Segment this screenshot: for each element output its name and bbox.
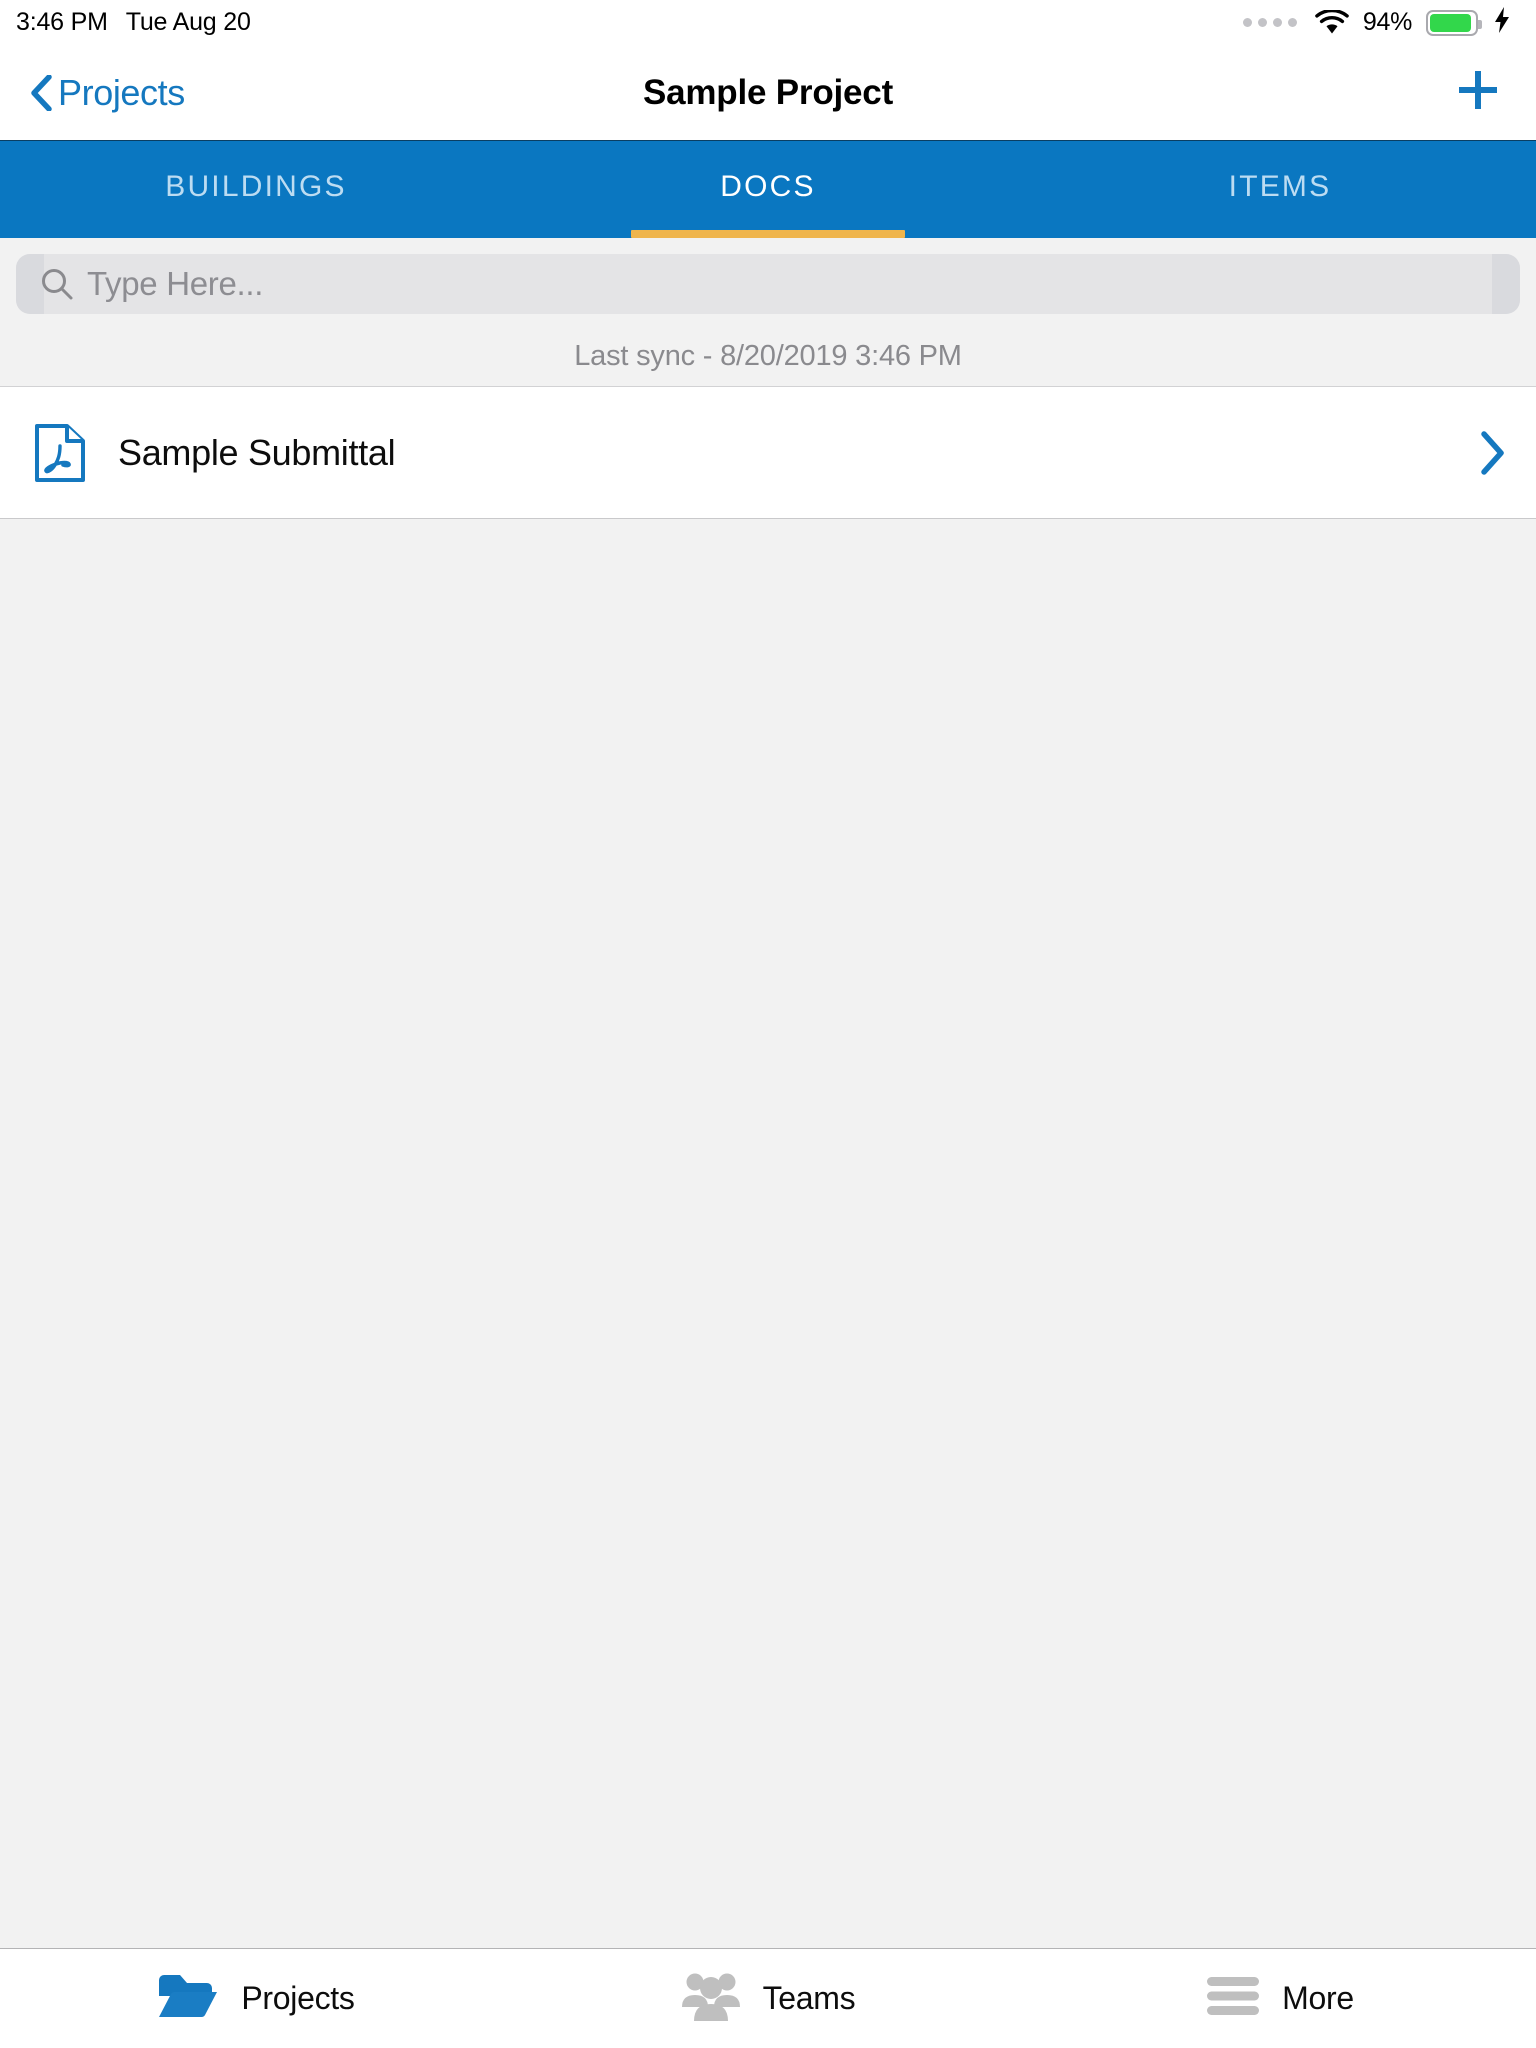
tab-buildings-label: BUILDINGS (165, 169, 347, 203)
status-bar-left: 3:46 PM Tue Aug 20 (16, 8, 251, 37)
status-bar: 3:46 PM Tue Aug 20 94% (0, 0, 1536, 45)
empty-space (0, 519, 1536, 1948)
search-input[interactable] (74, 254, 1520, 314)
content-area: Sample Submittal (0, 386, 1536, 1948)
app-screen: 3:46 PM Tue Aug 20 94% Projects Sample P… (0, 0, 1536, 2048)
search-area (0, 238, 1536, 326)
signal-dots-icon (1242, 18, 1297, 27)
back-button-label: Projects (58, 71, 185, 113)
people-group-icon (681, 1969, 741, 2028)
list-item[interactable]: Sample Submittal (0, 387, 1536, 518)
bottom-tab-bar: Projects Teams More (0, 1948, 1536, 2048)
bottom-tab-projects-label: Projects (241, 1980, 355, 2016)
search-icon (40, 267, 74, 301)
back-button[interactable]: Projects (30, 72, 185, 114)
navigation-bar: Projects Sample Project (0, 45, 1536, 141)
page-title: Sample Project (642, 72, 894, 112)
document-title: Sample Submittal (118, 431, 396, 473)
tab-buildings[interactable]: BUILDINGS (0, 141, 512, 238)
sync-status-row: Last sync - 8/20/2019 3:46 PM (0, 326, 1536, 386)
segment-tab-bar: BUILDINGS DOCS ITEMS (0, 141, 1536, 238)
bottom-tab-more-label: More (1282, 1980, 1354, 2016)
hamburger-menu-icon (1206, 1974, 1260, 2023)
bottom-tab-more[interactable]: More (1024, 1949, 1536, 2048)
status-bar-right: 94% (1242, 7, 1510, 38)
folder-open-icon (157, 1970, 219, 2027)
search-bar[interactable] (16, 254, 1520, 314)
plus-icon (1453, 65, 1503, 120)
wifi-icon (1315, 8, 1349, 36)
tab-items[interactable]: ITEMS (1024, 141, 1536, 238)
battery-icon (1426, 9, 1482, 36)
status-date: Tue Aug 20 (125, 8, 251, 36)
battery-percent: 94% (1362, 8, 1412, 36)
lightning-bolt-icon (1494, 7, 1510, 38)
chevron-left-icon (30, 73, 52, 112)
tab-docs[interactable]: DOCS (512, 141, 1024, 238)
tab-items-label: ITEMS (1228, 169, 1332, 203)
chevron-right-icon[interactable] (1480, 430, 1506, 475)
add-button[interactable] (1450, 65, 1506, 121)
bottom-tab-projects[interactable]: Projects (0, 1949, 512, 2048)
bottom-tab-teams-label: Teams (762, 1980, 856, 2016)
status-time: 3:46 PM (16, 8, 108, 36)
document-list: Sample Submittal (0, 386, 1536, 519)
pdf-file-icon (34, 423, 86, 483)
bottom-tab-teams[interactable]: Teams (512, 1949, 1024, 2048)
tab-docs-label: DOCS (720, 169, 816, 203)
last-sync-label: Last sync - 8/20/2019 3:46 PM (574, 339, 962, 372)
